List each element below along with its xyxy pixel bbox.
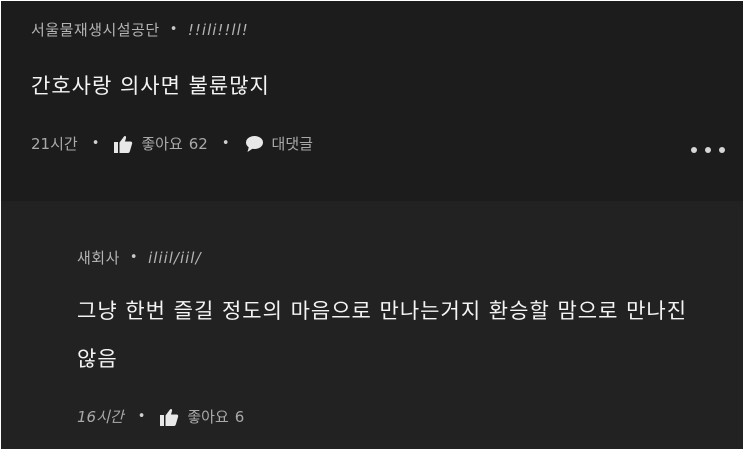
meta-separator: •: [129, 250, 139, 265]
comment-time: 21시간: [31, 135, 78, 153]
reply-button[interactable]: 대댓글: [244, 133, 313, 154]
like-count: 6: [234, 407, 245, 426]
reply-author[interactable]: 새회사: [77, 247, 120, 268]
comment-text: 간호사랑 의사면 불륜많지: [31, 74, 270, 98]
stats-separator: •: [91, 136, 100, 151]
more-options-button[interactable]: [691, 141, 725, 159]
like-button[interactable]: 좋아요 6: [159, 406, 244, 427]
comment-handle: !!ili!!ll!: [187, 20, 249, 39]
reply-text-line: 않음: [77, 347, 118, 371]
speech-bubble-icon: [244, 134, 264, 154]
reply-card: 새회사 • iliil/iil/ 그냥 한번 즐길 정도의 마음으로 만나는거지…: [1, 201, 743, 449]
reply-meta: 새회사 • iliil/iil/: [77, 247, 202, 268]
like-button[interactable]: 좋아요 62: [113, 133, 208, 154]
like-label: 좋아요: [141, 135, 183, 153]
thumbs-up-icon: [159, 407, 179, 427]
thumbs-up-icon: [113, 134, 133, 154]
reply-label: 대댓글: [271, 135, 313, 153]
like-label: 좋아요: [187, 408, 229, 426]
comment-stats: 21시간 • 좋아요 62 • 대댓글: [31, 133, 313, 154]
reply-text: 그냥 한번 즐길 정도의 마음으로 만나는거지 환승할 맘으로 만나진 않음: [77, 292, 717, 378]
like-count: 62: [188, 134, 208, 153]
comment-author[interactable]: 서울물재생시설공단: [31, 19, 160, 40]
meta-separator: •: [169, 22, 178, 37]
stats-separator: •: [137, 409, 146, 424]
stats-separator: •: [221, 136, 230, 151]
reply-stats: 16시간 • 좋아요 6: [77, 406, 244, 427]
reply-time: 16시간: [77, 408, 124, 426]
comment-thread: 서울물재생시설공단 • !!ili!!ll! 간호사랑 의사면 불륜많지 21시…: [1, 1, 743, 449]
more-horizontal-icon: [691, 147, 697, 153]
reply-handle: iliil/iil/: [148, 248, 202, 267]
comment-meta: 서울물재생시설공단 • !!ili!!ll!: [31, 19, 249, 40]
comment-card: 서울물재생시설공단 • !!ili!!ll! 간호사랑 의사면 불륜많지 21시…: [1, 1, 743, 201]
reply-text-line: 그냥 한번 즐길 정도의 마음으로 만나는거지 환승할 맘으로 만나진: [77, 299, 688, 323]
